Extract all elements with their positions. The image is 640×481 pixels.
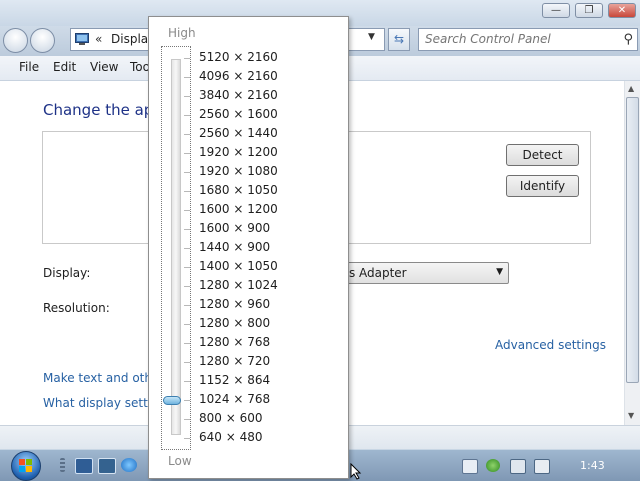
forward-button[interactable] xyxy=(30,28,55,53)
close-button[interactable]: ✕ xyxy=(608,3,636,18)
scroll-up-icon[interactable]: ▲ xyxy=(628,84,634,93)
resolution-label: Resolution: xyxy=(43,301,110,315)
resolution-option[interactable]: 1280 × 1024 xyxy=(199,278,278,292)
slider-tick xyxy=(184,96,190,97)
slider-tick xyxy=(184,343,190,344)
slider-tick xyxy=(184,115,190,116)
minimize-icon: — xyxy=(551,5,561,16)
slider-tick xyxy=(184,305,190,306)
chevron-down-icon: ▼ xyxy=(496,267,503,277)
resolution-option[interactable]: 1280 × 720 xyxy=(199,354,270,368)
resolution-option[interactable]: 1280 × 960 xyxy=(199,297,270,311)
refresh-button[interactable]: ⇆ xyxy=(388,28,410,51)
volume-muted-icon[interactable] xyxy=(534,459,550,474)
internet-explorer-icon[interactable] xyxy=(121,458,137,472)
slider-tick xyxy=(184,191,190,192)
slider-tick xyxy=(184,267,190,268)
resolution-dropdown[interactable]: High 5120 × 2160 4096 × 2160 3840 × 2160 25… xyxy=(148,16,349,479)
resolution-option[interactable]: 1920 × 1200 xyxy=(199,145,278,159)
slider-tick xyxy=(184,134,190,135)
display-select-value: 1. Standard VGA Graphics Adapter xyxy=(341,266,407,280)
display-select[interactable]: 1. Standard VGA Graphics Adapter ▼ xyxy=(340,262,509,284)
resolution-option[interactable]: 3840 × 2160 xyxy=(199,88,278,102)
action-center-icon[interactable] xyxy=(462,459,478,474)
resolution-option[interactable]: 4096 × 2160 xyxy=(199,69,278,83)
resolution-option[interactable]: 1440 × 900 xyxy=(199,240,270,254)
slider-tick xyxy=(184,400,190,401)
resolution-option[interactable]: 2560 × 1600 xyxy=(199,107,278,121)
show-desktop-icon[interactable] xyxy=(75,458,93,474)
mouse-cursor-icon xyxy=(350,463,362,480)
menu-view[interactable]: View xyxy=(90,60,118,74)
detect-button[interactable]: Detect xyxy=(506,144,579,166)
switch-windows-icon[interactable] xyxy=(98,458,116,474)
quick-launch-grip-icon xyxy=(60,458,65,472)
slider-tick xyxy=(184,438,190,439)
slider-tick xyxy=(184,58,190,59)
slider-tick xyxy=(184,172,190,173)
address-dropdown-icon[interactable]: ▼ xyxy=(368,32,375,42)
resolution-option[interactable]: 640 × 480 xyxy=(199,430,263,444)
slider-tick xyxy=(184,324,190,325)
search-icon[interactable]: ⚲ xyxy=(623,32,633,47)
maximize-button[interactable]: ❐ xyxy=(575,3,603,18)
network-icon[interactable] xyxy=(510,459,526,474)
windows-logo-icon xyxy=(19,459,32,472)
resolution-option[interactable]: 1600 × 1200 xyxy=(199,202,278,216)
resolution-option[interactable]: 1280 × 768 xyxy=(199,335,270,349)
slider-tick xyxy=(184,229,190,230)
slider-tick xyxy=(184,419,190,420)
search-box[interactable]: ⚲ xyxy=(418,28,638,51)
resolution-option[interactable]: 1024 × 768 xyxy=(199,392,270,406)
clock[interactable]: 1:43 xyxy=(580,459,605,472)
resolution-option[interactable]: 1600 × 900 xyxy=(199,221,270,235)
resolution-slider[interactable] xyxy=(161,46,191,450)
control-panel-icon xyxy=(75,33,89,45)
slider-tick xyxy=(184,77,190,78)
resolution-option[interactable]: 2560 × 1440 xyxy=(199,126,278,140)
scrollbar-thumb[interactable] xyxy=(626,97,639,383)
resolution-option[interactable]: 1400 × 1050 xyxy=(199,259,278,273)
search-input[interactable] xyxy=(425,31,615,47)
identify-button[interactable]: Identify xyxy=(506,175,579,197)
maximize-icon: ❐ xyxy=(584,5,594,16)
advanced-settings-link[interactable]: Advanced settings xyxy=(495,338,606,352)
menu-file[interactable]: File xyxy=(19,60,39,74)
resolution-option[interactable]: 800 × 600 xyxy=(199,411,263,425)
resolution-option[interactable]: 1920 × 1080 xyxy=(199,164,278,178)
resolution-option[interactable]: 1280 × 800 xyxy=(199,316,270,330)
slider-tick xyxy=(184,248,190,249)
vertical-scrollbar[interactable]: ▲ ▼ xyxy=(624,81,640,425)
slider-track[interactable] xyxy=(171,59,181,435)
menu-edit[interactable]: Edit xyxy=(53,60,76,74)
back-button[interactable] xyxy=(3,28,28,53)
resolution-option[interactable]: 1680 × 1050 xyxy=(199,183,278,197)
close-icon: ✕ xyxy=(617,5,627,16)
slider-tick xyxy=(184,210,190,211)
resolution-option[interactable]: 1152 × 864 xyxy=(199,373,270,387)
scroll-down-icon[interactable]: ▼ xyxy=(628,411,634,420)
security-shield-icon[interactable] xyxy=(486,459,500,472)
display-label: Display: xyxy=(43,266,91,280)
breadcrumb-overflow[interactable]: « xyxy=(95,32,102,46)
resolution-high-label: High xyxy=(168,26,196,40)
slider-tick xyxy=(184,362,190,363)
slider-tick xyxy=(184,153,190,154)
slider-tick xyxy=(184,381,190,382)
slider-tick xyxy=(184,286,190,287)
start-button[interactable] xyxy=(11,451,41,481)
resolution-low-label: Low xyxy=(168,454,192,468)
slider-thumb[interactable] xyxy=(163,396,181,405)
resolution-option[interactable]: 5120 × 2160 xyxy=(199,50,278,64)
minimize-button[interactable]: — xyxy=(542,3,570,18)
refresh-icon: ⇆ xyxy=(393,32,405,46)
